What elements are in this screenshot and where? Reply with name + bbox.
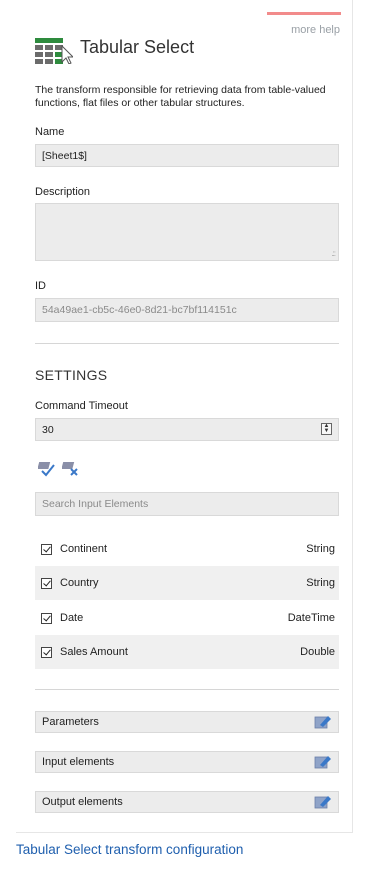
list-item[interactable]: Sales Amount Double — [35, 635, 339, 669]
figure-caption-link[interactable]: Tabular Select transform configuration — [16, 842, 243, 857]
checkbox[interactable] — [41, 577, 52, 589]
search-input-elements[interactable]: Search Input Elements — [35, 492, 339, 516]
element-type: Double — [300, 646, 335, 658]
checkbox[interactable] — [41, 543, 52, 555]
input-elements-section[interactable]: Input elements — [35, 751, 339, 773]
resize-handle-icon[interactable]: .:: — [331, 249, 336, 258]
id-label: ID — [35, 280, 46, 292]
output-elements-section[interactable]: Output elements — [35, 791, 339, 813]
id-field[interactable]: 54a49ae1-cb5c-46e0-8d21-bc7bf114151c — [35, 298, 339, 322]
input-elements-label: Input elements — [42, 756, 115, 768]
list-item[interactable]: Date DateTime — [35, 601, 339, 635]
command-timeout-stepper[interactable]: 30 ▲ ▼ — [35, 418, 339, 441]
name-field[interactable]: [Sheet1$] — [35, 144, 339, 167]
transform-properties-panel — [16, 0, 353, 833]
divider — [35, 689, 339, 690]
edit-pencil-icon[interactable] — [314, 794, 332, 810]
list-item[interactable]: Continent String — [35, 532, 339, 566]
settings-title: SETTINGS — [35, 367, 108, 383]
name-label: Name — [35, 126, 65, 138]
divider — [35, 343, 339, 344]
id-value: 54a49ae1-cb5c-46e0-8d21-bc7bf114151c — [42, 304, 237, 316]
command-timeout-label: Command Timeout — [35, 400, 128, 412]
transform-description: The transform responsible for retrieving… — [35, 84, 326, 109]
name-value: [Sheet1$] — [42, 149, 87, 162]
more-help-link[interactable]: more help — [268, 24, 340, 36]
edit-pencil-icon[interactable] — [314, 714, 332, 730]
search-placeholder: Search Input Elements — [42, 498, 149, 510]
parameters-section[interactable]: Parameters — [35, 711, 339, 733]
spinner-arrows-icon[interactable]: ▲ ▼ — [321, 423, 332, 435]
element-type: String — [306, 577, 335, 589]
element-name: Continent — [60, 543, 108, 555]
description-field[interactable]: .:: — [35, 203, 339, 261]
table-select-icon — [35, 38, 73, 64]
help-accent-bar — [267, 12, 341, 15]
description-label: Description — [35, 186, 91, 198]
element-type: DateTime — [287, 612, 335, 624]
checkbox[interactable] — [41, 646, 52, 658]
output-elements-label: Output elements — [42, 796, 123, 808]
element-name: Sales Amount — [60, 646, 128, 658]
list-item[interactable]: Country String — [35, 566, 339, 600]
element-name: Date — [60, 612, 84, 624]
parameters-label: Parameters — [42, 716, 99, 728]
element-name: Country — [60, 577, 99, 589]
checkbox[interactable] — [41, 612, 52, 624]
element-type: String — [306, 543, 335, 555]
check-all-icon[interactable] — [38, 459, 56, 477]
page-title: Tabular Select — [80, 37, 195, 57]
command-timeout-value: 30 — [42, 423, 54, 436]
uncheck-all-icon[interactable] — [62, 459, 80, 477]
edit-pencil-icon[interactable] — [314, 754, 332, 770]
